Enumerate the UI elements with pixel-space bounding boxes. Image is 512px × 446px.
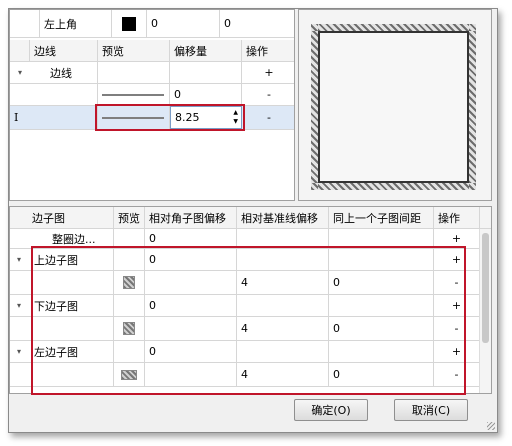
spinner[interactable]: ▲ ▼ [233, 108, 238, 126]
line-preview-selected [98, 106, 170, 129]
sub-row-left-group[interactable]: ▾ 左边子图 0 + [10, 341, 491, 363]
line-preview [98, 84, 170, 105]
add-sub-button[interactable]: + [434, 341, 480, 362]
remove-border-button[interactable]: - [242, 106, 294, 129]
col-header-sub-preview: 预览 [114, 207, 145, 228]
corner-value-1[interactable]: 0 [147, 10, 220, 37]
expand-triangle-icon[interactable]: ▾ [10, 249, 28, 270]
col-header-preview: 预览 [98, 40, 170, 61]
sub-row-left-item[interactable]: 4 0 - [10, 363, 491, 387]
sub-image-panel: 边子图 预览 相对角子图偏移 相对基准线偏移 同上一个子图间距 操作 整圈边..… [9, 206, 492, 394]
sub-row-name: 整圈边... [48, 229, 114, 248]
cancel-button[interactable]: 取消(C) [394, 399, 468, 421]
col-header-sub: 边子图 [10, 207, 114, 228]
sub-row-name: 左边子图 [30, 341, 114, 362]
resize-grip[interactable] [487, 422, 495, 430]
spinner-down-icon[interactable]: ▼ [233, 117, 238, 126]
border-panel: 左上角 0 0 边线 预览 偏移量 操作 ▾ 边线 + 0 - I 8.25 ▲… [9, 9, 295, 201]
expand-triangle-icon[interactable]: ▾ [10, 62, 30, 83]
ok-button[interactable]: 确定(O) [294, 399, 368, 421]
expand-triangle-icon[interactable]: ▾ [10, 341, 28, 362]
offset-edit-field[interactable]: 8.25 ▲ ▼ [170, 106, 242, 129]
sub-row-whole[interactable]: 整圈边... 0 + [10, 229, 491, 249]
corner-offset-value[interactable]: 0 [145, 341, 237, 362]
offset-edit-value: 8.25 [175, 111, 200, 124]
base-offset-value[interactable]: 4 [237, 363, 329, 386]
frame-preview-panel [298, 9, 492, 201]
remove-border-button[interactable]: - [242, 84, 294, 105]
spacing-value[interactable]: 0 [329, 363, 434, 386]
remove-sub-button[interactable]: - [434, 363, 480, 386]
border-row-name: 边线 [46, 62, 98, 83]
row-edit-indicator: I [14, 111, 19, 124]
border-row-group[interactable]: ▾ 边线 + [10, 62, 294, 84]
col-header-spacing: 同上一个子图间距 [329, 207, 434, 228]
corner-row[interactable]: 左上角 0 0 [10, 10, 294, 38]
border-row-selected[interactable]: I 8.25 ▲ ▼ - [10, 106, 294, 130]
add-sub-button[interactable]: + [434, 295, 480, 316]
col-header-corner-offset: 相对角子图偏移 [145, 207, 237, 228]
sub-image-thumbnail [114, 363, 145, 386]
base-offset-value[interactable]: 4 [237, 271, 329, 294]
expand-triangle-icon[interactable]: ▾ [10, 295, 28, 316]
dialog-window: 左上角 0 0 边线 预览 偏移量 操作 ▾ 边线 + 0 - I 8.25 ▲… [8, 8, 498, 433]
spacing-value[interactable]: 0 [329, 317, 434, 340]
sub-row-top-item[interactable]: 4 0 - [10, 271, 491, 295]
add-border-button[interactable]: + [242, 62, 294, 83]
spinner-up-icon[interactable]: ▲ [233, 108, 238, 117]
col-header-sub-op: 操作 [434, 207, 480, 228]
sub-row-bottom-group[interactable]: ▾ 下边子图 0 + [10, 295, 491, 317]
border-table-header: 边线 预览 偏移量 操作 [10, 40, 294, 62]
border-row[interactable]: 0 - [10, 84, 294, 106]
sub-image-thumbnail [114, 317, 145, 340]
corner-offset-value[interactable]: 0 [145, 229, 237, 248]
sub-row-bottom-item[interactable]: 4 0 - [10, 317, 491, 341]
add-sub-button[interactable]: + [434, 229, 480, 248]
sub-image-thumbnail [114, 271, 145, 294]
sub-row-top-group[interactable]: ▾ 上边子图 0 + [10, 249, 491, 271]
vertical-scrollbar[interactable] [479, 229, 491, 393]
col-header-op: 操作 [246, 44, 268, 58]
col-header-base-offset: 相对基准线偏移 [237, 207, 329, 228]
corner-label: 左上角 [40, 10, 112, 37]
scrollbar-thumb[interactable] [482, 233, 489, 343]
add-sub-button[interactable]: + [434, 249, 480, 270]
col-header-offset: 偏移量 [170, 40, 242, 61]
remove-sub-button[interactable]: - [434, 271, 480, 294]
frame-preview [311, 24, 476, 190]
sub-row-name: 上边子图 [30, 249, 114, 270]
corner-value-2[interactable]: 0 [220, 10, 294, 37]
sub-table-header: 边子图 预览 相对角子图偏移 相对基准线偏移 同上一个子图间距 操作 [10, 207, 491, 229]
base-offset-value[interactable]: 4 [237, 317, 329, 340]
corner-offset-value[interactable]: 0 [145, 295, 237, 316]
remove-sub-button[interactable]: - [434, 317, 480, 340]
offset-value[interactable]: 0 [170, 84, 242, 105]
sub-row-name: 下边子图 [30, 295, 114, 316]
corner-offset-value[interactable]: 0 [145, 249, 237, 270]
col-header-border: 边线 [30, 40, 98, 61]
corner-color-swatch[interactable] [112, 10, 147, 37]
spacing-value[interactable]: 0 [329, 271, 434, 294]
